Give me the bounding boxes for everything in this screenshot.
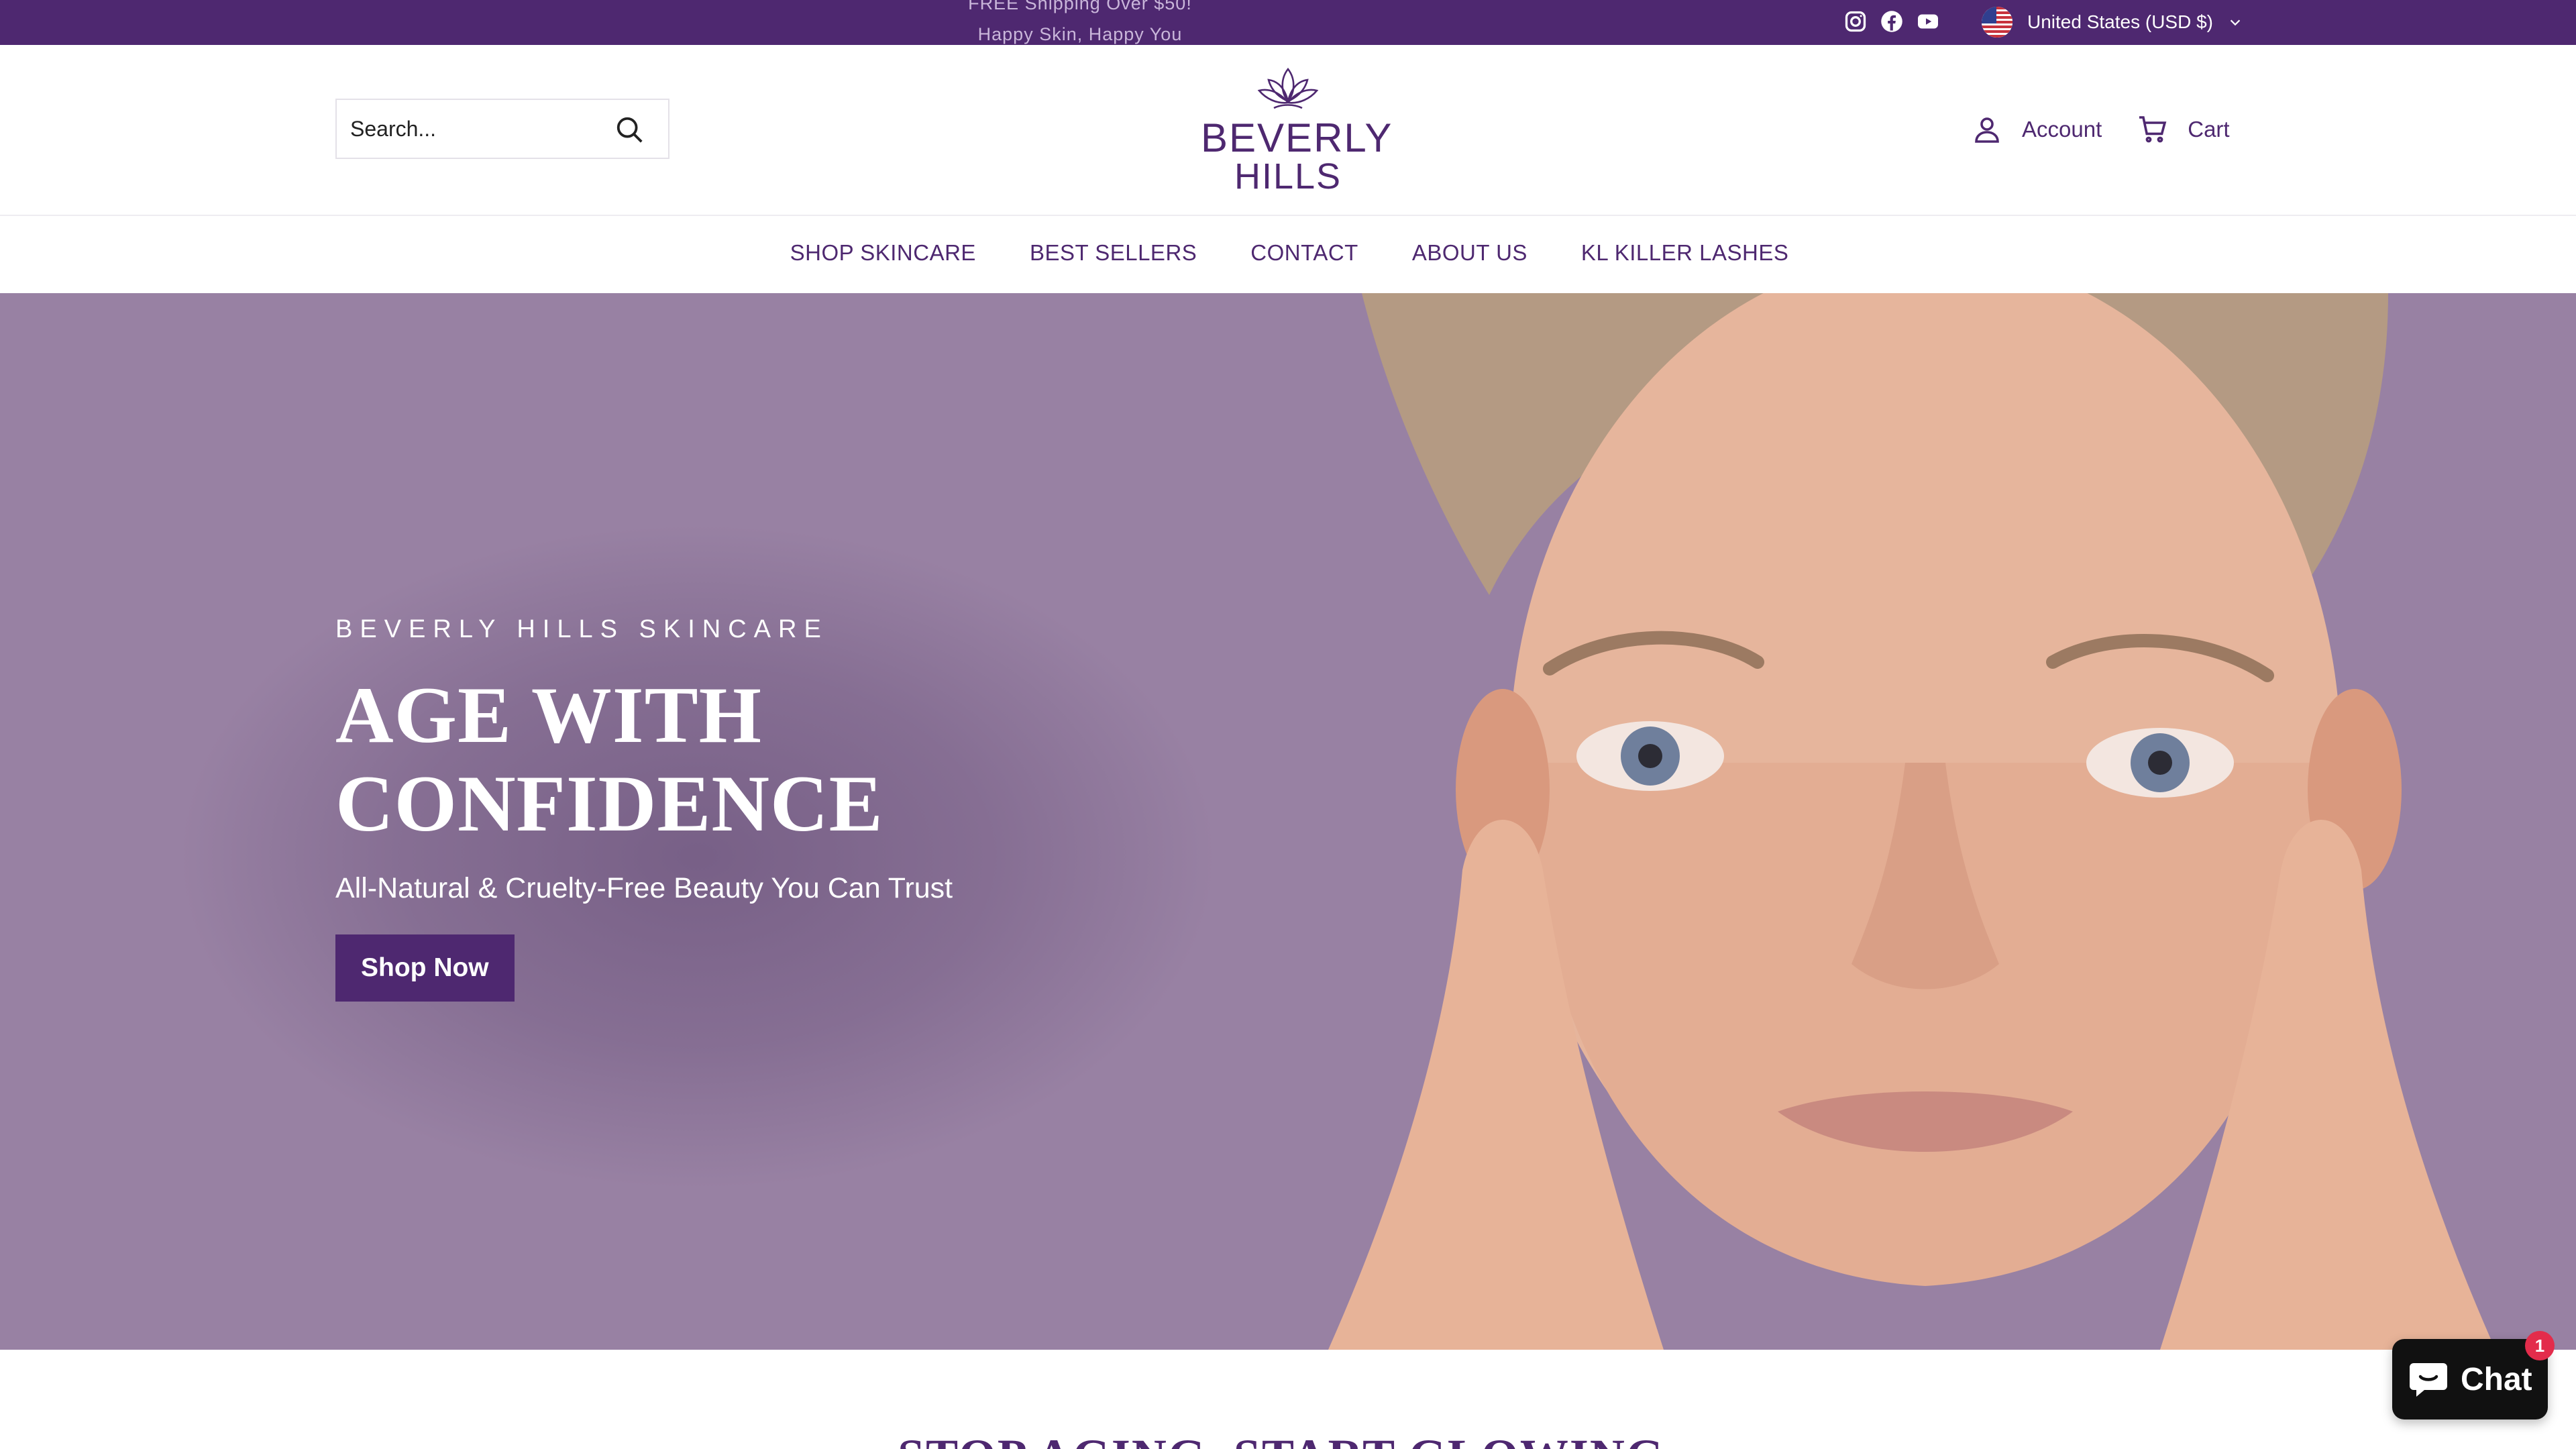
main-navigation: SHOP SKINCARE BEST SELLERS CONTACT ABOUT… [0, 215, 2576, 293]
account-label: Account [2022, 117, 2102, 142]
account-link[interactable]: Account [1971, 113, 2102, 146]
nav-item-contact[interactable]: CONTACT [1250, 240, 1358, 266]
cart-link[interactable]: Cart [2137, 113, 2230, 146]
hero-headline-line: CONFIDENCE [335, 759, 883, 848]
locale-label: United States (USD $) [2027, 11, 2213, 32]
youtube-icon[interactable] [1916, 9, 1940, 34]
locale-selector[interactable]: United States (USD $) [1982, 7, 2243, 38]
hero-subheading: All-Natural & Cruelty-Free Beauty You Ca… [335, 872, 953, 904]
hero-headline: AGE WITH CONFIDENCE [335, 671, 953, 848]
logo-wordmark-top: BEVERLY [1201, 115, 1393, 160]
search-icon[interactable] [614, 115, 645, 146]
site-header: BEVERLY HILLS Account Cart [0, 45, 2576, 215]
nav-item-shop-skincare[interactable]: SHOP SKINCARE [790, 240, 976, 266]
shop-now-button[interactable]: Shop Now [335, 934, 515, 1002]
social-links [1843, 9, 1940, 34]
chevron-down-icon [2230, 19, 2241, 26]
chat-bubble-icon [2410, 1363, 2447, 1397]
logo-wordmark-bottom: HILLS [1234, 156, 1342, 197]
nav-item-about-us[interactable]: ABOUT US [1412, 240, 1527, 266]
chat-button[interactable]: Chat [2392, 1339, 2548, 1419]
chat-label: Chat [2461, 1361, 2532, 1397]
nav-item-kl-killer-lashes[interactable]: KL KILLER LASHES [1581, 240, 1788, 266]
instagram-icon[interactable] [1843, 9, 1868, 34]
cart-icon [2139, 116, 2167, 143]
hero-model-image [1328, 293, 2496, 1350]
hero-content: BEVERLY HILLS SKINCARE AGE WITH CONFIDEN… [335, 615, 953, 1002]
announcement-text: Happy Skin, Happy You [977, 24, 1183, 44]
announcement-ticker: FREE Shipping Over $50! Happy Skin, Happ… [946, 0, 1214, 45]
intro-section: STOP AGING. START GLOWING. [0, 1350, 2576, 1449]
section-tagline: STOP AGING. START GLOWING. [0, 1429, 2576, 1449]
hero-eyebrow: BEVERLY HILLS SKINCARE [335, 615, 828, 643]
announcement-bar: FREE Shipping Over $50! Happy Skin, Happ… [0, 0, 2576, 45]
hero-banner: BEVERLY HILLS SKINCARE AGE WITH CONFIDEN… [0, 293, 2576, 1350]
brand-logo[interactable]: BEVERLY HILLS [1201, 64, 1393, 197]
user-icon [1975, 117, 1999, 143]
lotus-icon [1257, 67, 1319, 109]
search-box [335, 99, 669, 159]
header-actions: Account Cart [1971, 113, 2230, 146]
hero-headline-line: AGE WITH [335, 670, 762, 759]
nav-item-best-sellers[interactable]: BEST SELLERS [1030, 240, 1197, 266]
chat-notification-badge: 1 [2525, 1331, 2555, 1360]
cart-label: Cart [2188, 117, 2230, 142]
us-flag-icon [1982, 7, 2012, 38]
search-input[interactable] [350, 116, 605, 142]
announcement-text: FREE Shipping Over $50! [968, 0, 1192, 13]
facebook-icon[interactable] [1880, 9, 1904, 34]
